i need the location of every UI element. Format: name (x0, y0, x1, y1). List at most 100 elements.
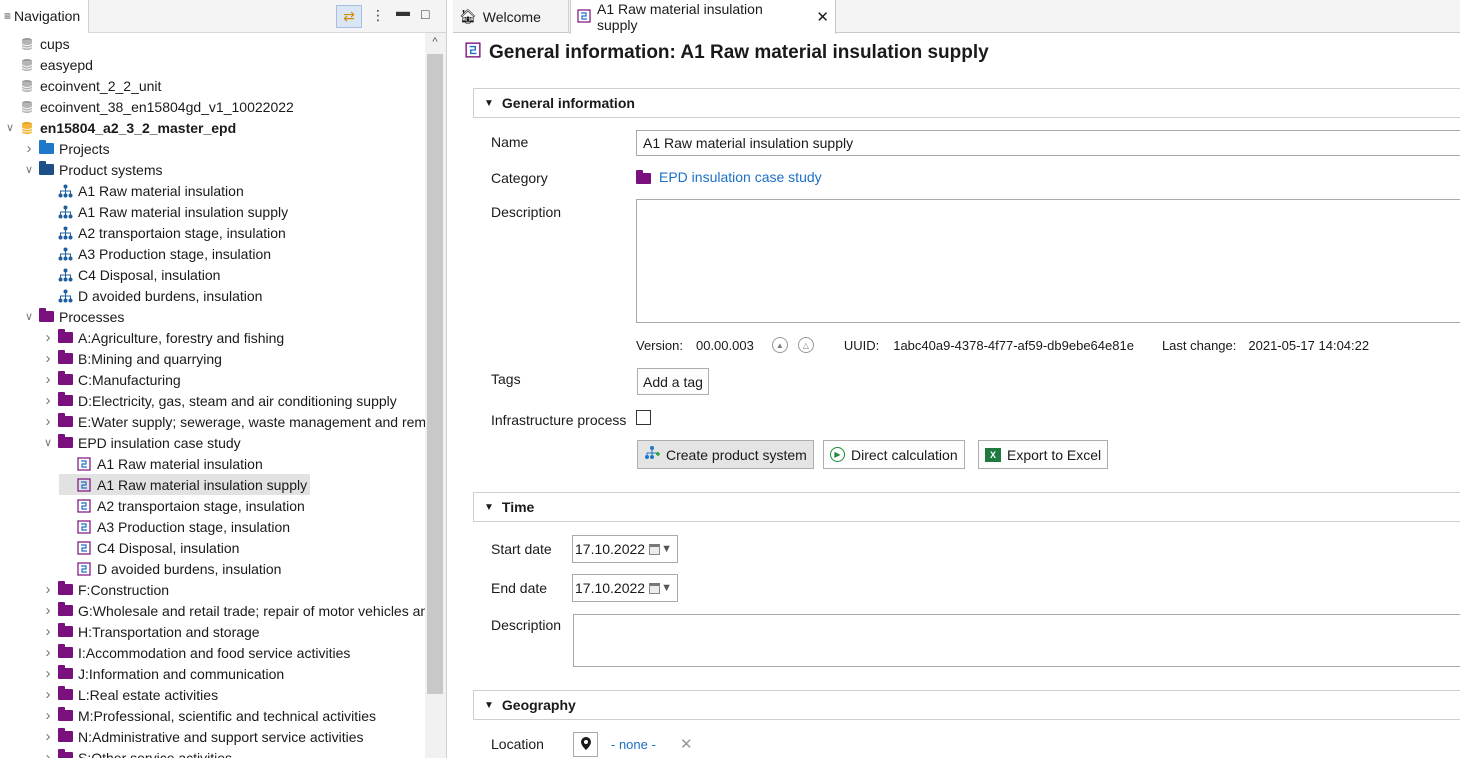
tree-item[interactable]: › Projects (21, 138, 110, 159)
process-icon (75, 498, 93, 514)
description-field[interactable] (636, 199, 1460, 323)
time-section-header[interactable]: ▼ Time (473, 492, 1460, 522)
tree-item[interactable]: A2 transportaion stage, insulation (59, 495, 305, 516)
version-major-up-icon[interactable]: △ (797, 337, 814, 353)
tree-item[interactable]: ∨ en15804_a2_3_2_master_epd (2, 117, 236, 138)
chevron-right-icon[interactable]: › (40, 329, 56, 346)
close-tab-icon[interactable]: ✕ (816, 8, 829, 26)
calendar-dropdown-icon[interactable]: ▼ (649, 543, 672, 555)
folder-purple-icon (56, 602, 74, 619)
chevron-right-icon[interactable]: › (21, 140, 37, 157)
tree-item[interactable]: easyepd (2, 54, 93, 75)
tree-item[interactable]: ∨ Product systems (21, 159, 162, 180)
tree-item[interactable]: › A:Agriculture, forestry and fishing (40, 327, 284, 348)
tree-item[interactable]: › H:Transportation and storage (40, 621, 260, 642)
tree-item[interactable]: › J:Information and communication (40, 663, 284, 684)
chevron-right-icon[interactable]: › (40, 371, 56, 388)
chevron-right-icon[interactable]: › (40, 413, 56, 430)
tree-item[interactable]: › N:Administrative and support service ac… (40, 726, 364, 747)
tree-item-label: A:Agriculture, forestry and fishing (78, 329, 285, 346)
product-system-icon (56, 183, 74, 199)
chevron-right-icon[interactable]: › (40, 644, 56, 661)
create-product-system-button[interactable]: Create product system (637, 440, 814, 469)
chevron-right-icon[interactable]: › (40, 749, 56, 758)
tree-item[interactable]: A1 Raw material insulation supply (40, 201, 288, 222)
folder-blue-icon (37, 140, 55, 157)
tree-item[interactable]: ∨ EPD insulation case study (40, 432, 241, 453)
chevron-right-icon[interactable]: › (40, 350, 56, 367)
tree-item[interactable]: › G:Wholesale and retail trade; repair of… (40, 600, 425, 621)
chevron-right-icon[interactable]: › (40, 392, 56, 409)
chevron-down-icon[interactable]: ∨ (21, 163, 37, 176)
tree-item[interactable]: ecoinvent_38_en15804gd_v1_10022022 (2, 96, 294, 117)
link-with-editor-button[interactable]: ⇄ (336, 5, 362, 28)
tree-item[interactable]: C4 Disposal, insulation (59, 537, 239, 558)
tree-item[interactable]: › S:Other service activities (40, 747, 232, 758)
tree-item[interactable]: › B:Mining and quarrying (40, 348, 222, 369)
tree-item[interactable]: › M:Professional, scientific and technica… (40, 705, 376, 726)
general-information-section-header[interactable]: ▼ General information (473, 88, 1460, 118)
tree-item[interactable]: › D:Electricity, gas, steam and air condi… (40, 390, 397, 411)
tree-item[interactable]: › L:Real estate activities (40, 684, 218, 705)
tree-item[interactable]: cups (2, 33, 70, 54)
geography-section-header[interactable]: ▼ Geography (473, 690, 1460, 720)
chevron-right-icon[interactable]: › (40, 686, 56, 703)
category-link[interactable]: EPD insulation case study (659, 169, 822, 185)
tree-item[interactable]: A3 Production stage, insulation (40, 243, 271, 264)
version-up-icon[interactable]: ▲ (771, 337, 788, 353)
tree-item[interactable]: A3 Production stage, insulation (59, 516, 290, 537)
folder-purple-icon (56, 371, 74, 388)
tree-item[interactable]: › E:Water supply; sewerage, waste managem… (40, 411, 425, 432)
tree-item[interactable]: ∨ Processes (21, 306, 124, 327)
tab-welcome[interactable]: 🏠︎ Welcome (453, 0, 569, 33)
view-menu-icon[interactable]: ⋮ (371, 7, 385, 24)
tree-item-label: ecoinvent_38_en15804gd_v1_10022022 (40, 98, 294, 115)
minimize-icon[interactable]: ▬ (396, 3, 410, 19)
tree-item[interactable]: A2 transportaion stage, insulation (40, 222, 286, 243)
folder-dark-icon (37, 161, 55, 178)
chevron-right-icon[interactable]: › (40, 665, 56, 682)
tree-item[interactable]: A1 Raw material insulation (40, 180, 244, 201)
chevron-down-icon[interactable]: ∨ (21, 310, 37, 323)
maximize-icon[interactable]: □ (421, 6, 429, 22)
end-date-picker[interactable]: 17.10.2022 ▼ (572, 574, 678, 602)
direct-calculation-button[interactable]: ▶ Direct calculation (823, 440, 965, 469)
location-link[interactable]: - none - (611, 737, 656, 752)
chevron-right-icon[interactable]: › (40, 728, 56, 745)
navigation-tab[interactable]: ≡ Navigation (0, 0, 89, 33)
process-icon (75, 477, 93, 493)
navigation-scroll-thumb[interactable] (427, 54, 443, 694)
tree-item[interactable]: › F:Construction (40, 579, 169, 600)
time-description-field[interactable] (573, 614, 1460, 667)
clear-location-icon[interactable]: ✕ (680, 735, 693, 753)
tree-item-label: C:Manufacturing (78, 371, 181, 388)
active-database-icon (18, 120, 36, 136)
chevron-right-icon[interactable]: › (40, 623, 56, 640)
tree-item[interactable]: › I:Accommodation and food service activi… (40, 642, 350, 663)
name-field[interactable]: A1 Raw material insulation supply (636, 130, 1460, 156)
infrastructure-checkbox[interactable] (636, 410, 651, 425)
calendar-dropdown-icon[interactable]: ▼ (649, 582, 672, 594)
uuid-value: 1abc40a9-4378-4f77-af59-db9ebe64e81e (893, 337, 1134, 353)
category-link-wrap[interactable]: EPD insulation case study (636, 169, 822, 185)
tab-process[interactable]: A1 Raw material insulation supply ✕ (570, 0, 836, 34)
chevron-right-icon[interactable]: › (40, 707, 56, 724)
geography-header-label: Geography (501, 697, 576, 713)
tree-item[interactable]: D avoided burdens, insulation (59, 558, 281, 579)
add-tag-button[interactable]: Add a tag (637, 368, 709, 395)
export-excel-button[interactable]: X Export to Excel (978, 440, 1109, 469)
chevron-down-icon[interactable]: ∨ (2, 121, 18, 134)
tree-item[interactable]: C4 Disposal, insulation (40, 264, 220, 285)
chevron-down-icon[interactable]: ∨ (40, 436, 56, 449)
chevron-right-icon[interactable]: › (40, 581, 56, 598)
start-date-picker[interactable]: 17.10.2022 ▼ (572, 535, 678, 563)
tree-item[interactable]: › C:Manufacturing (40, 369, 181, 390)
scroll-up-icon[interactable]: ^ (427, 36, 443, 50)
tree-item[interactable]: D avoided burdens, insulation (40, 285, 262, 306)
chevron-right-icon[interactable]: › (40, 602, 56, 619)
tree-item[interactable]: ecoinvent_2_2_unit (2, 75, 161, 96)
tree-item[interactable]: A1 Raw material insulation (59, 453, 263, 474)
location-picker-button[interactable] (573, 732, 598, 757)
folder-purple-icon (56, 581, 74, 598)
tree-item[interactable]: A1 Raw material insulation supply (59, 474, 311, 495)
